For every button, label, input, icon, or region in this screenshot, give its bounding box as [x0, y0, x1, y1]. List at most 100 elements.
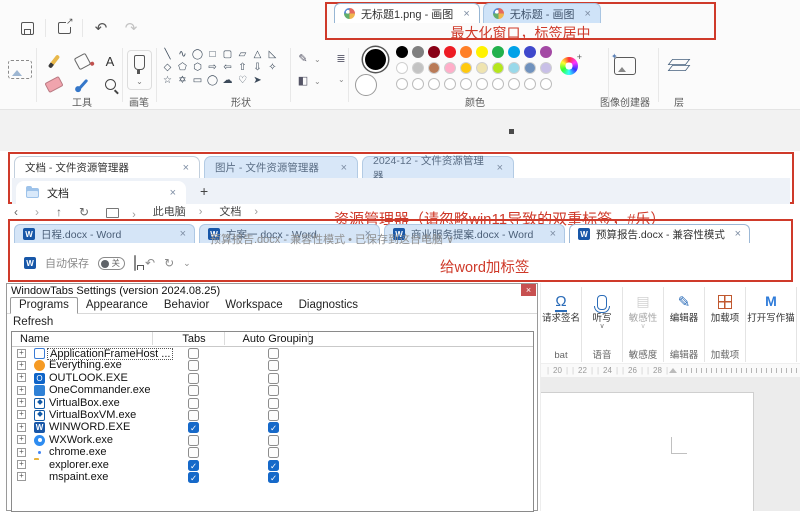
tabs-checkbox[interactable]	[188, 372, 199, 384]
shape-icon[interactable]: ☁	[220, 74, 235, 87]
shape-icon[interactable]: ⇧	[235, 61, 250, 74]
magnifier-tool[interactable]	[96, 73, 124, 96]
tree-expand-icon[interactable]: +	[17, 460, 26, 470]
settings-tab[interactable]: Workspace	[217, 298, 290, 313]
share-icon[interactable]	[49, 16, 79, 38]
program-row[interactable]: + mspaint.exe	[12, 471, 533, 483]
program-row[interactable]: + OneCommander.exe	[12, 384, 533, 397]
shape-icon[interactable]: ◺	[265, 48, 280, 61]
color-swatch[interactable]	[524, 46, 536, 58]
word-tab[interactable]: 预算报告.docx - 兼容性模式 - Word ×	[569, 224, 750, 243]
color-swatch[interactable]	[412, 46, 424, 58]
tree-expand-icon[interactable]: +	[17, 472, 26, 482]
program-row[interactable]: + chrome.exe	[12, 446, 533, 459]
shape-icon[interactable]: ➤	[250, 74, 265, 87]
shape-icon[interactable]: △	[250, 48, 265, 61]
color-swatch[interactable]	[492, 46, 504, 58]
auto-grouping-checkbox[interactable]	[268, 471, 279, 483]
explorer-tab[interactable]: 文档 - 文件资源管理器 ×	[14, 156, 200, 178]
eraser-tool[interactable]	[40, 73, 68, 96]
color-swatch[interactable]	[428, 62, 440, 74]
column-tabs[interactable]: Tabs	[164, 333, 224, 345]
tabs-checkbox[interactable]	[188, 447, 199, 459]
paint-tab[interactable]: 无标题 - 画图 ×	[482, 3, 601, 23]
shape-icon[interactable]: ∿	[175, 48, 190, 61]
tree-expand-icon[interactable]: +	[17, 348, 26, 358]
empty-color-slot[interactable]	[492, 78, 504, 90]
tree-expand-icon[interactable]: +	[17, 447, 26, 457]
tree-expand-icon[interactable]: +	[17, 410, 26, 420]
shape-icon[interactable]: ⇩	[250, 61, 265, 74]
fill-tool[interactable]	[68, 50, 96, 73]
program-row[interactable]: + WXWork.exe	[12, 434, 533, 446]
shape-icon[interactable]: ◯	[190, 48, 205, 61]
tree-expand-icon[interactable]: +	[17, 398, 26, 408]
tree-expand-icon[interactable]: +	[17, 435, 26, 445]
close-icon[interactable]: ×	[550, 228, 556, 240]
color-swatch[interactable]	[508, 46, 520, 58]
indent-marker[interactable]	[669, 368, 677, 373]
shape-icon[interactable]: ⇨	[205, 61, 220, 74]
close-icon[interactable]: ×	[183, 162, 189, 174]
ribbon-button[interactable]: 听写 ∨	[583, 287, 621, 349]
close-icon[interactable]: ×	[497, 162, 503, 174]
secondary-color-swatch[interactable]	[355, 74, 377, 96]
close-button[interactable]: ×	[521, 284, 536, 296]
shape-fill-button[interactable]: ◧	[294, 72, 312, 88]
column-name[interactable]: Name	[20, 333, 49, 345]
tabs-checkbox[interactable]	[188, 434, 199, 446]
settings-tab[interactable]: Diagnostics	[291, 298, 366, 313]
chevron-down-icon[interactable]: ⌄	[314, 55, 321, 64]
empty-color-slot[interactable]	[460, 78, 472, 90]
shape-icon[interactable]: □	[205, 48, 220, 61]
color-swatch[interactable]	[460, 46, 472, 58]
color-swatch[interactable]	[396, 46, 408, 58]
empty-color-slot[interactable]	[396, 78, 408, 90]
color-swatch[interactable]	[508, 62, 520, 74]
auto-grouping-checkbox[interactable]	[268, 434, 279, 446]
save-icon[interactable]	[12, 18, 42, 38]
shape-icon[interactable]: ▢	[220, 48, 235, 61]
settings-tab[interactable]: Behavior	[156, 298, 217, 313]
ribbon-button[interactable]: 打开写作猫 ∨	[747, 287, 795, 349]
refresh-menu-item[interactable]: Refresh	[13, 316, 53, 328]
shape-icon[interactable]: ◇	[160, 61, 175, 74]
explorer-tab[interactable]: 2024-12 - 文件资源管理器 ×	[362, 155, 514, 182]
color-swatch[interactable]	[540, 46, 552, 58]
auto-grouping-checkbox[interactable]	[268, 409, 279, 421]
word-tab[interactable]: 日程.docx - Word ×	[14, 224, 195, 243]
text-tool[interactable]: A	[96, 50, 124, 73]
pencil-tool[interactable]	[40, 50, 68, 73]
empty-color-slot[interactable]	[412, 78, 424, 90]
tabs-checkbox[interactable]	[188, 397, 199, 409]
color-swatch[interactable]	[476, 62, 488, 74]
close-icon[interactable]: ×	[463, 8, 469, 20]
shape-icon[interactable]: ☆	[160, 74, 175, 87]
color-swatch[interactable]	[476, 46, 488, 58]
tabs-checkbox[interactable]	[188, 459, 199, 471]
tree-expand-icon[interactable]: +	[17, 385, 26, 395]
shape-icon[interactable]: ⇦	[220, 61, 235, 74]
auto-grouping-checkbox[interactable]	[268, 348, 279, 359]
color-swatch[interactable]	[412, 62, 424, 74]
color-swatch[interactable]	[460, 62, 472, 74]
back-icon[interactable]: ‹	[14, 206, 18, 219]
color-swatch[interactable]	[540, 62, 552, 74]
auto-grouping-checkbox[interactable]	[268, 385, 279, 397]
tabs-checkbox[interactable]	[188, 385, 199, 397]
program-row[interactable]: + VirtualBox.exe	[12, 397, 533, 409]
shape-icon[interactable]: ◯	[205, 74, 220, 87]
close-icon[interactable]: ×	[170, 187, 176, 199]
ribbon-button[interactable]: 编辑器 ∨	[665, 287, 703, 349]
color-swatch[interactable]	[444, 62, 456, 74]
close-icon[interactable]: ×	[341, 162, 347, 174]
ribbon-button[interactable]: 请求签名 ∨	[542, 287, 580, 349]
auto-grouping-checkbox[interactable]	[268, 459, 279, 471]
settings-tab[interactable]: Appearance	[78, 298, 156, 313]
empty-color-slot[interactable]	[444, 78, 456, 90]
tabs-checkbox[interactable]	[188, 348, 199, 359]
empty-color-slot[interactable]	[476, 78, 488, 90]
shape-outline-button[interactable]: ✎	[294, 50, 312, 66]
color-swatch[interactable]	[492, 62, 504, 74]
tabs-checkbox[interactable]	[188, 471, 199, 483]
